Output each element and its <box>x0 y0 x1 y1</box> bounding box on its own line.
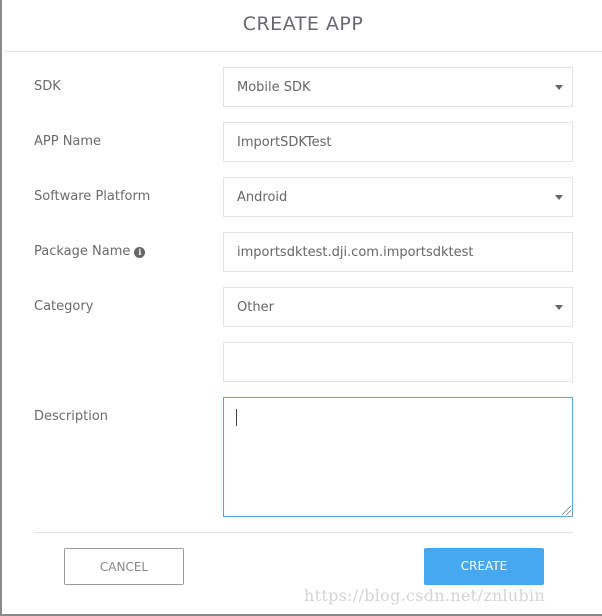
info-circle-icon[interactable]: i <box>134 247 146 258</box>
dialog-title: CREATE APP <box>242 13 364 35</box>
package-name-value: importsdktest.dji.com.importsdktest <box>237 245 474 260</box>
software-platform-value: Android <box>237 190 288 205</box>
software-platform-row: Software Platform Android <box>2 177 602 217</box>
app-name-input[interactable]: ImportSDKTest <box>223 122 573 162</box>
chevron-down-icon <box>555 305 563 310</box>
package-name-row: Package Name i importsdktest.dji.com.impo… <box>2 232 602 272</box>
software-platform-select[interactable]: Android <box>223 177 573 217</box>
chevron-down-icon <box>555 195 563 200</box>
sdk-select-value: Mobile SDK <box>237 80 311 95</box>
description-label: Description <box>34 409 109 424</box>
package-name-label: Package Name i <box>34 244 146 259</box>
cancel-button[interactable]: CANCEL <box>64 548 184 585</box>
text-cursor <box>236 409 237 426</box>
description-textarea[interactable] <box>223 397 573 517</box>
chevron-down-icon <box>555 85 563 90</box>
sdk-label: SDK <box>34 79 61 94</box>
software-platform-label: Software Platform <box>34 189 151 204</box>
sdk-select[interactable]: Mobile SDK <box>223 67 573 107</box>
category-select[interactable]: Other <box>223 287 573 327</box>
create-button[interactable]: CREATE <box>424 548 544 585</box>
package-name-input[interactable]: importsdktest.dji.com.importsdktest <box>223 232 573 272</box>
category-row: Category Other <box>2 287 602 327</box>
app-name-value: ImportSDKTest <box>237 135 332 150</box>
category-value: Other <box>237 300 274 315</box>
app-name-label: APP Name <box>34 134 102 149</box>
category-label: Category <box>34 299 94 314</box>
category-other-input[interactable] <box>223 342 573 382</box>
footer-divider <box>34 532 573 533</box>
app-name-row: APP Name ImportSDKTest <box>2 122 602 162</box>
resize-grip-icon[interactable] <box>562 506 571 515</box>
category-other-row <box>2 342 602 382</box>
create-app-dialog: CREATE APP SDK Mobile SDK APP Name Impor… <box>0 0 602 616</box>
watermark-text: https://blog.csdn.net/znlubin <box>304 586 546 605</box>
sdk-row: SDK Mobile SDK <box>2 67 602 107</box>
dialog-header: CREATE APP <box>4 0 602 52</box>
package-name-label-text: Package Name <box>34 244 131 259</box>
